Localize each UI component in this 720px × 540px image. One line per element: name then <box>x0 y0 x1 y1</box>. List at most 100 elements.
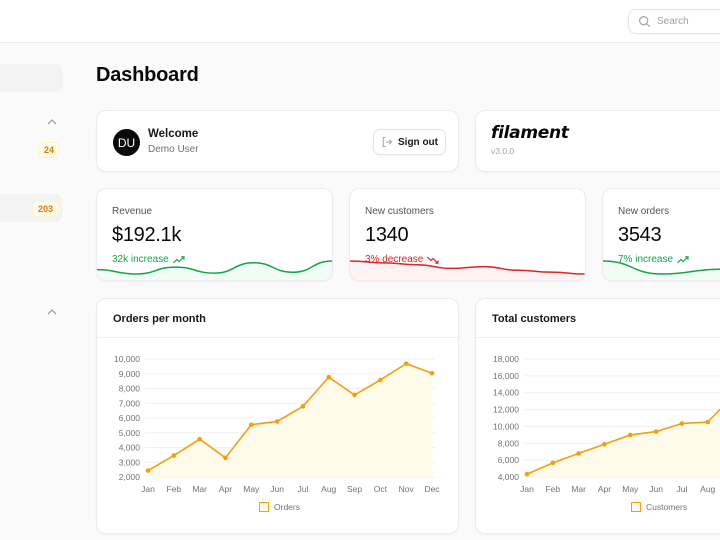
search-placeholder: Search <box>657 16 689 27</box>
x-tick-label: Feb <box>545 484 560 494</box>
stat-value: 1340 <box>365 224 409 246</box>
x-tick-label: Oct <box>374 484 388 494</box>
sidebar-badge: 203 <box>32 201 60 217</box>
x-tick-label: Mar <box>571 484 586 494</box>
chevron-up-icon[interactable] <box>47 118 57 126</box>
avatar: DU <box>113 129 140 156</box>
stat-sparkline <box>350 260 585 280</box>
x-tick-label: Aug <box>321 484 336 494</box>
user-name: Demo User <box>148 144 199 155</box>
customers-chart: 4,000 6,000 8,000 10,000 12,000 14,000 16,000 1… <box>493 354 720 494</box>
data-point <box>602 441 607 447</box>
y-tick-label: 6,000 <box>119 413 141 423</box>
stat-card-revenue: Revenue $192.1k 32k increase <box>96 188 333 281</box>
sign-out-icon <box>382 137 393 147</box>
topbar: Search <box>0 0 720 43</box>
x-tick-label: May <box>243 484 260 494</box>
x-tick-label: Jun <box>649 484 663 494</box>
x-tick-label: Sep <box>347 484 362 494</box>
stat-value: 3543 <box>618 224 662 246</box>
data-point <box>378 377 383 383</box>
x-tick-label: Dec <box>424 484 440 494</box>
data-point <box>326 374 332 380</box>
x-tick-label: Aug <box>700 484 715 494</box>
legend-label: Orders <box>274 502 300 512</box>
stat-label: New orders <box>618 206 670 217</box>
stat-card-new-orders: New orders 3543 7% increase <box>602 188 720 281</box>
sparkline-line <box>97 260 332 275</box>
x-tick-label: Apr <box>219 484 232 494</box>
data-point <box>300 404 306 409</box>
data-point <box>653 429 659 434</box>
x-tick-label: Feb <box>166 484 181 494</box>
x-tick-label: Jul <box>297 484 308 494</box>
data-point <box>550 460 556 466</box>
chart-card-customers: Total customers 4,000 6,000 8,000 10,000 12,… <box>475 298 720 534</box>
chart-legend[interactable]: Customers <box>631 502 687 512</box>
data-point <box>429 370 435 376</box>
y-tick-label: 18,000 <box>493 354 519 364</box>
chart-title: Total customers <box>492 313 577 325</box>
stat-label: Revenue <box>112 206 153 217</box>
legend-label: Customers <box>646 502 688 512</box>
series-area <box>148 363 432 477</box>
data-point <box>627 432 633 438</box>
orders-chart: 2,000 3,000 4,000 5,000 6,000 7,000 8,000 9,000… <box>114 354 440 494</box>
x-tick-label: Jul <box>676 484 687 494</box>
y-tick-label: 6,000 <box>498 455 520 465</box>
y-tick-label: 4,000 <box>498 472 520 482</box>
sidebar-item-dashboard[interactable] <box>0 64 63 92</box>
x-tick-label: Jun <box>270 484 284 494</box>
x-tick-label: Jan <box>520 484 534 494</box>
y-tick-label: 7,000 <box>119 398 141 408</box>
x-tick-label: Nov <box>399 484 415 494</box>
y-tick-label: 5,000 <box>119 428 141 438</box>
x-tick-label: Mar <box>192 484 207 494</box>
data-point <box>248 422 254 428</box>
y-tick-label: 14,000 <box>493 388 519 398</box>
data-point <box>223 455 228 461</box>
chart-title: Orders per month <box>113 313 206 325</box>
chevron-up-icon[interactable] <box>47 308 57 316</box>
version-label: v3.0.0 <box>491 146 515 156</box>
stat-sparkline <box>97 260 332 280</box>
data-point <box>576 451 581 456</box>
data-point <box>679 421 685 426</box>
stat-card-new-customers: New customers 1340 3% decrease <box>349 188 586 281</box>
page-title: Dashboard <box>96 64 199 86</box>
data-point <box>197 436 202 442</box>
y-tick-label: 4,000 <box>119 443 141 453</box>
chart-legend[interactable]: Orders <box>259 502 300 512</box>
data-point <box>145 468 151 473</box>
data-point <box>274 419 280 424</box>
sparkline-area <box>350 261 585 280</box>
data-point <box>403 361 409 366</box>
sparkline-area <box>97 261 332 280</box>
x-tick-label: Apr <box>598 484 611 494</box>
stat-label: New customers <box>365 206 434 217</box>
stat-value: $192.1k <box>112 224 182 246</box>
y-tick-label: 16,000 <box>493 371 519 381</box>
x-tick-label: May <box>622 484 639 494</box>
y-tick-label: 8,000 <box>498 438 520 448</box>
sidebar-badge: 24 <box>38 142 61 158</box>
sign-out-button[interactable]: Sign out <box>373 129 446 155</box>
legend-swatch <box>631 502 641 512</box>
data-point <box>524 471 530 477</box>
account-widget: DU Welcome Demo User Sign out <box>96 110 459 172</box>
data-point <box>705 419 711 425</box>
search-input[interactable]: Search <box>628 9 720 34</box>
filament-logo[interactable]: filament <box>491 123 569 143</box>
y-tick-label: 8,000 <box>119 384 141 394</box>
search-icon <box>639 16 650 27</box>
y-tick-label: 3,000 <box>119 457 141 467</box>
data-point <box>352 392 357 398</box>
y-tick-label: 10,000 <box>114 354 140 364</box>
stat-sparkline <box>603 260 720 280</box>
y-tick-label: 12,000 <box>493 405 519 415</box>
y-tick-label: 9,000 <box>119 369 141 379</box>
y-tick-label: 10,000 <box>493 421 519 431</box>
y-tick-label: 2,000 <box>119 472 141 482</box>
x-tick-label: Jan <box>141 484 155 494</box>
sign-out-label: Sign out <box>398 136 438 148</box>
